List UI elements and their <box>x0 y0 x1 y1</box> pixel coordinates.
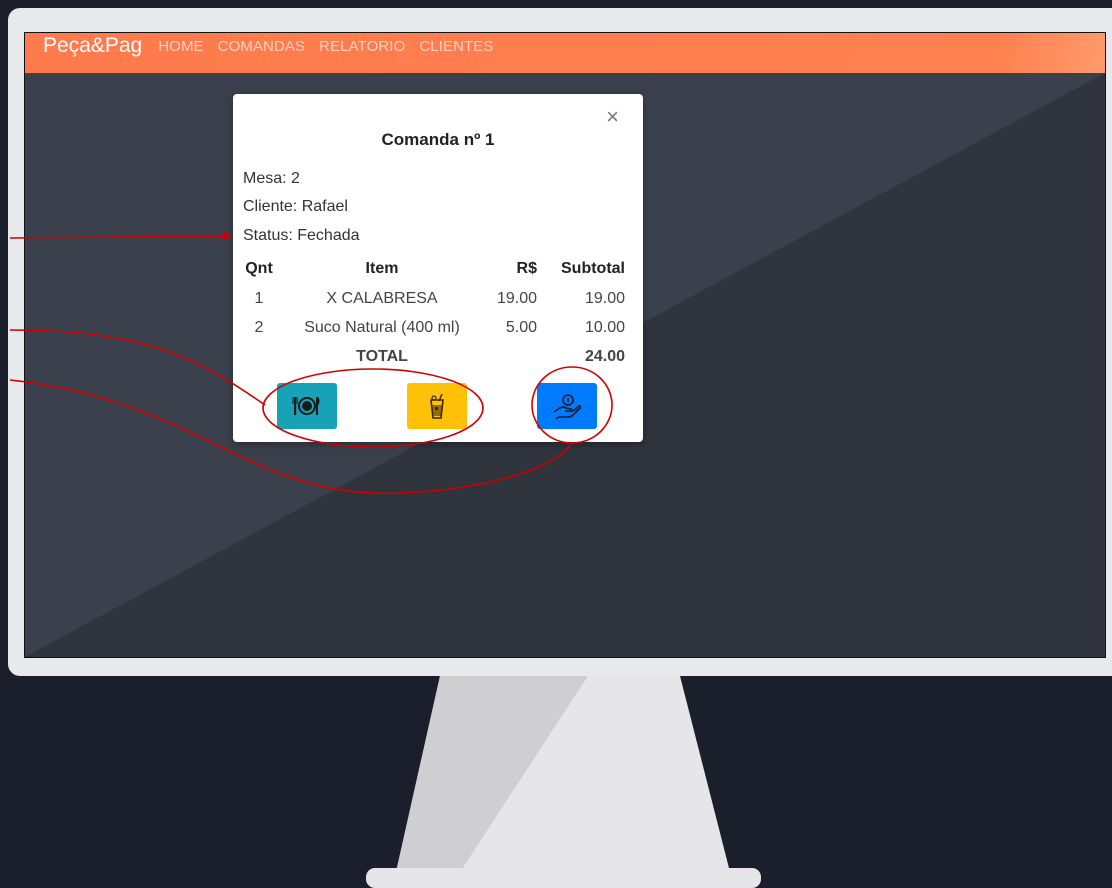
column-header-price: R$ <box>516 260 537 277</box>
order-status-text: Status: Fechada <box>243 227 360 244</box>
table-number-text: Mesa: 2 <box>243 170 300 187</box>
order-modal: × Comanda nº 1 Mesa: 2 Cliente: Rafael S… <box>233 94 643 442</box>
nav-link-home[interactable]: HOME <box>158 38 203 55</box>
table-row: 1 X CALABRESA 19.00 19.00 <box>241 284 625 313</box>
row-price: 5.00 <box>505 318 537 336</box>
order-items-table: Qnt Item R$ Subtotal 1 X CALABRESA 19.00… <box>241 254 625 371</box>
add-food-button[interactable] <box>277 383 337 429</box>
row-item: Suco Natural (400 ml) <box>304 318 460 336</box>
column-header-subtotal: Subtotal <box>561 260 625 277</box>
row-subtotal: 10.00 <box>584 318 625 336</box>
client-name-text: Cliente: Rafael <box>243 198 348 215</box>
row-qnt: 2 <box>254 318 264 336</box>
drink-icon <box>430 393 444 419</box>
column-header-qnt: Qnt <box>245 260 273 277</box>
row-subtotal: 19.00 <box>584 289 625 307</box>
add-drink-button[interactable] <box>407 383 467 429</box>
payment-button[interactable] <box>537 383 597 429</box>
total-label: TOTAL <box>356 347 408 365</box>
plate-cutlery-icon <box>292 397 320 415</box>
modal-title: Comanda nº 1 <box>381 130 495 149</box>
close-icon[interactable]: × <box>606 106 619 128</box>
nav-link-comandas[interactable]: COMANDAS <box>218 38 305 55</box>
column-header-item: Item <box>365 260 399 277</box>
row-qnt: 1 <box>254 289 264 307</box>
nav-link-relatorio[interactable]: RELATORIO <box>319 38 405 55</box>
table-row: 2 Suco Natural (400 ml) 5.00 10.00 <box>241 313 625 342</box>
total-value: 24.00 <box>584 347 625 365</box>
table-header-row: Qnt Item R$ Subtotal <box>241 254 625 284</box>
total-row: TOTAL 24.00 <box>241 342 625 371</box>
navbar: Peça&Pag HOME COMANDAS RELATORIO CLIENTE… <box>25 33 1105 73</box>
row-item: X CALABRESA <box>326 289 438 307</box>
brand-logo[interactable]: Peça&Pag <box>43 33 142 66</box>
hand-coin-payment-icon <box>553 394 582 420</box>
row-price: 19.00 <box>496 289 537 307</box>
nav-link-clientes[interactable]: CLIENTES <box>419 38 493 55</box>
